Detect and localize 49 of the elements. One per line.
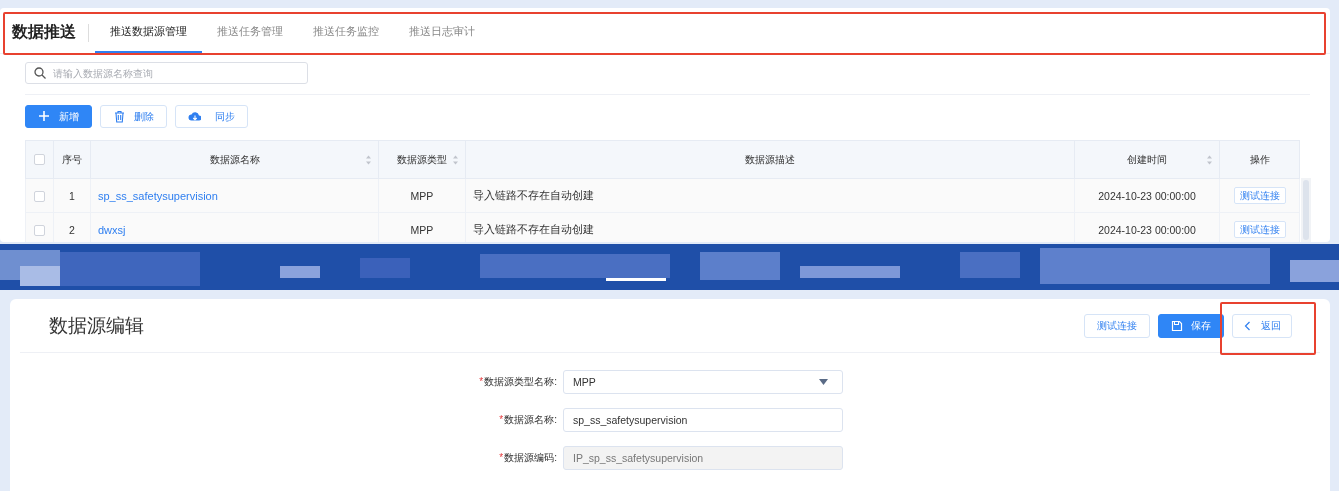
checkbox[interactable] — [34, 224, 45, 236]
table-cell: 导入链路不存在自动创建 — [465, 212, 1075, 242]
column-header: 创建时间 — [1074, 140, 1220, 179]
required-mark: * — [499, 452, 504, 463]
required-mark: * — [499, 414, 504, 425]
column-header: 序号 — [53, 140, 91, 179]
checkbox[interactable] — [34, 190, 45, 202]
checkbox[interactable] — [34, 154, 45, 166]
column-header: 数据源描述 — [465, 140, 1075, 179]
input-field: IP_sp_ss_safetysupervision — [563, 446, 843, 470]
required-mark: * — [479, 376, 484, 387]
sync-button[interactable]: 同步 — [175, 105, 248, 128]
tab[interactable]: 推送日志审计 — [394, 12, 490, 53]
table-cell: MPP — [378, 178, 466, 213]
tab[interactable]: 推送任务监控 — [298, 12, 394, 53]
select-field[interactable]: MPP — [563, 370, 843, 394]
scrollbar[interactable] — [1301, 178, 1311, 242]
table-cell: 导入链路不存在自动创建 — [465, 178, 1075, 213]
test-connection-button[interactable]: 测试连接 — [1084, 313, 1150, 338]
tab[interactable]: 推送数据源管理 — [95, 12, 202, 53]
table-cell: 2024-10-23 00:00:00 — [1074, 178, 1220, 213]
table-cell: MPP — [378, 212, 466, 242]
cloud-download-icon — [188, 110, 201, 123]
back-button[interactable]: 返回 — [1232, 313, 1292, 338]
field-label: 数据源类型名称: — [484, 376, 557, 387]
column-header: 操作 — [1219, 140, 1300, 179]
save-button[interactable]: 保存 — [1158, 313, 1224, 338]
tab[interactable]: 推送任务管理 — [202, 12, 298, 53]
datasource-link[interactable]: sp_ss_safetysupervision — [98, 189, 218, 202]
datasource-link[interactable]: dwxsj — [98, 223, 126, 236]
field-label: 数据源名称: — [504, 414, 557, 425]
save-icon — [1171, 319, 1183, 332]
input-field[interactable]: sp_ss_safetysupervision — [563, 408, 843, 432]
add-button[interactable]: 新增 — [25, 105, 92, 128]
field-label: 数据源编码: — [504, 452, 557, 463]
test-connection-button[interactable]: 测试连接 — [1233, 221, 1286, 238]
chevron-left-icon — [1243, 320, 1251, 331]
page-title: 数据源编辑 — [48, 313, 144, 338]
delete-button[interactable]: 删除 — [100, 105, 167, 128]
search-field[interactable]: 请输入数据源名称查询 — [25, 62, 308, 84]
column-header: 数据源类型 — [378, 140, 466, 179]
test-connection-button[interactable]: 测试连接 — [1233, 187, 1286, 204]
column-header: 数据源名称 — [90, 140, 379, 179]
table-cell: 2024-10-23 00:00:00 — [1074, 212, 1220, 242]
plus-icon — [38, 110, 51, 123]
search-icon — [34, 67, 46, 79]
trash-icon — [113, 110, 126, 123]
dropdown-icon — [819, 379, 828, 385]
page-title: 数据推送 — [12, 22, 77, 42]
